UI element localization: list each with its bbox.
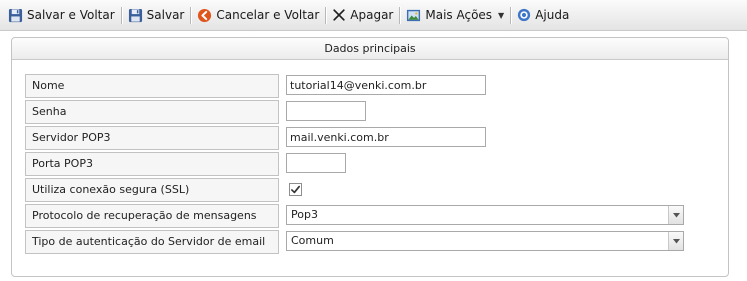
servidor-pop3-input[interactable] bbox=[286, 127, 486, 147]
delete-button[interactable]: Apagar bbox=[328, 4, 397, 26]
back-arrow-circle-icon bbox=[198, 8, 212, 22]
toolbar-separator bbox=[399, 6, 401, 24]
main-data-panel: Dados principais Nome Senha Servidor POP… bbox=[11, 37, 729, 277]
save-label: Salvar bbox=[146, 8, 185, 22]
senha-input[interactable] bbox=[286, 101, 366, 121]
floppy-disk-icon bbox=[8, 8, 23, 22]
porta-pop3-label: Porta POP3 bbox=[25, 152, 279, 176]
toolbar-separator bbox=[120, 6, 122, 24]
form-row-porta-pop3: Porta POP3 bbox=[25, 152, 699, 178]
ssl-label: Utiliza conexão segura (SSL) bbox=[25, 178, 279, 202]
floppy-disk-icon bbox=[128, 8, 142, 22]
form-row-servidor-pop3: Servidor POP3 bbox=[25, 126, 699, 152]
form-row-autenticacao: Tipo de autenticação do Servidor de emai… bbox=[25, 230, 699, 256]
help-icon bbox=[518, 8, 531, 22]
more-actions-label: Mais Ações bbox=[425, 8, 493, 22]
protocolo-label: Protocolo de recuperação de mensagens bbox=[25, 204, 279, 228]
form-row-nome: Nome bbox=[25, 74, 699, 100]
panel-title: Dados principais bbox=[12, 38, 728, 60]
protocolo-select-value: Pop3 bbox=[291, 208, 318, 221]
form-row-ssl: Utiliza conexão segura (SSL) bbox=[25, 178, 699, 204]
form-row-protocolo: Protocolo de recuperação de mensagens Po… bbox=[25, 204, 699, 230]
help-button[interactable]: Ajuda bbox=[513, 4, 573, 26]
toolbar-separator bbox=[190, 6, 192, 24]
toolbar-separator bbox=[325, 6, 327, 24]
senha-label: Senha bbox=[25, 100, 279, 124]
more-actions-button[interactable]: Mais Ações ▼ bbox=[402, 4, 508, 26]
servidor-pop3-label: Servidor POP3 bbox=[25, 126, 279, 150]
autenticacao-select[interactable]: Comum bbox=[286, 231, 684, 251]
save-and-back-button[interactable]: Salvar e Voltar bbox=[4, 4, 119, 26]
protocolo-select[interactable]: Pop3 bbox=[286, 205, 684, 225]
porta-pop3-input[interactable] bbox=[286, 153, 346, 173]
delete-label: Apagar bbox=[350, 8, 394, 22]
ssl-checkbox[interactable] bbox=[289, 183, 302, 196]
nome-input[interactable] bbox=[286, 75, 486, 95]
autenticacao-label: Tipo de autenticação do Servidor de emai… bbox=[25, 230, 279, 254]
image-actions-icon bbox=[407, 9, 421, 21]
x-delete-icon bbox=[333, 9, 345, 21]
account-form: Nome Senha Servidor POP3 Porta POP3 Util… bbox=[25, 74, 699, 256]
form-row-senha: Senha bbox=[25, 100, 699, 126]
chevron-down-icon: ▼ bbox=[498, 10, 505, 20]
help-label: Ajuda bbox=[535, 8, 570, 22]
cancel-and-back-button[interactable]: Cancelar e Voltar bbox=[193, 4, 323, 26]
dropdown-arrow-icon[interactable] bbox=[668, 206, 683, 224]
autenticacao-select-value: Comum bbox=[291, 234, 334, 247]
checkmark-icon bbox=[291, 185, 300, 194]
save-and-back-label: Salvar e Voltar bbox=[27, 8, 115, 22]
cancel-and-back-label: Cancelar e Voltar bbox=[216, 8, 320, 22]
toolbar-separator bbox=[510, 6, 512, 24]
nome-label: Nome bbox=[25, 74, 279, 98]
toolbar: Salvar e Voltar Salvar Cancelar e Voltar… bbox=[0, 0, 747, 31]
save-button[interactable]: Salvar bbox=[124, 4, 189, 26]
dropdown-arrow-icon[interactable] bbox=[668, 232, 683, 250]
